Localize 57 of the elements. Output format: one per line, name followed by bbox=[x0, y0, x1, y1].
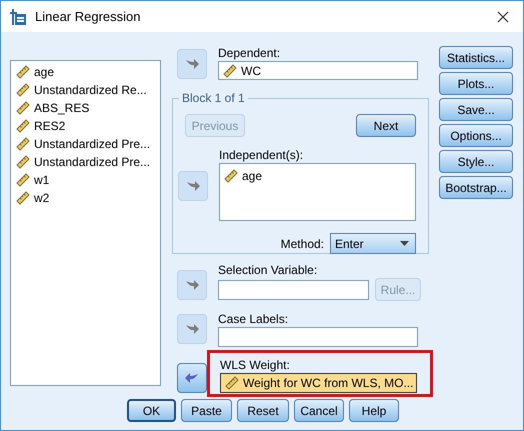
variable-item[interactable]: w2 bbox=[16, 189, 160, 207]
variable-item[interactable]: age bbox=[16, 63, 160, 81]
next-button[interactable]: Next bbox=[356, 114, 416, 137]
arrow-button[interactable] bbox=[177, 363, 207, 393]
ruler-icon bbox=[225, 376, 239, 390]
variable-label: Weight for WC from WLS, MO... bbox=[243, 375, 414, 392]
ruler-icon bbox=[16, 119, 30, 133]
dialog-button[interactable]: Paste bbox=[181, 399, 232, 422]
independent-list[interactable]: age bbox=[219, 163, 416, 221]
close-icon[interactable] bbox=[497, 10, 509, 22]
dialog-button[interactable]: Options... bbox=[439, 124, 513, 147]
dependent-field[interactable]: WC bbox=[218, 61, 418, 80]
dialog-button[interactable]: Cancel bbox=[294, 399, 344, 422]
arrow-icon bbox=[185, 58, 199, 70]
field-label: Selection Variable: bbox=[218, 262, 318, 278]
group-title: Block 1 of 1 bbox=[182, 91, 245, 105]
arrow-icon bbox=[185, 323, 199, 335]
field-label: Case Labels: bbox=[218, 311, 290, 327]
field-label: Independent(s): bbox=[219, 147, 304, 163]
ruler-icon bbox=[223, 64, 237, 78]
app-icon bbox=[9, 8, 27, 26]
field-label: Dependent: bbox=[218, 45, 282, 61]
case-labels-field[interactable] bbox=[218, 327, 418, 347]
caret-icon bbox=[400, 241, 409, 246]
dialog-button[interactable]: Plots... bbox=[439, 72, 513, 95]
ruler-icon bbox=[16, 101, 30, 115]
field-label: Method: bbox=[280, 236, 324, 252]
dialog-button[interactable]: Statistics... bbox=[439, 46, 513, 69]
wls-weight-field[interactable]: Weight for WC from WLS, MO... bbox=[220, 373, 417, 393]
ruler-icon bbox=[16, 65, 30, 79]
method-dropdown[interactable]: Enter bbox=[330, 233, 416, 254]
dialog-button[interactable]: Save... bbox=[439, 98, 513, 121]
arrow-icon bbox=[185, 279, 199, 291]
dialog-button[interactable]: Style... bbox=[439, 150, 513, 173]
variable-item[interactable]: Unstandardized Re... bbox=[16, 81, 160, 99]
dialog-button[interactable]: Bootstrap... bbox=[439, 176, 513, 199]
variable-name: WC bbox=[241, 62, 261, 80]
variable-item[interactable]: Unstandardized Pre... bbox=[16, 153, 160, 171]
field-label: WLS Weight: bbox=[220, 357, 291, 373]
dialog-button[interactable]: Reset bbox=[237, 399, 289, 422]
variable-item[interactable]: RES2 bbox=[16, 117, 160, 135]
variable-item[interactable]: w1 bbox=[16, 171, 160, 189]
ruler-icon bbox=[16, 137, 30, 151]
ruler-icon bbox=[16, 191, 30, 205]
variable-item[interactable]: ABS_RES bbox=[16, 99, 160, 117]
selection-field[interactable] bbox=[218, 280, 369, 300]
variable-name: age bbox=[242, 168, 262, 185]
dialog-button[interactable]: OK bbox=[127, 399, 176, 422]
ruler-icon bbox=[16, 173, 30, 187]
arrow-icon bbox=[186, 180, 200, 192]
dialog-button[interactable]: Help bbox=[349, 399, 399, 422]
ruler-icon bbox=[16, 155, 30, 169]
window-title: Linear Regression bbox=[35, 8, 141, 26]
ruler-icon bbox=[16, 83, 30, 97]
variable-item[interactable]: Unstandardized Pre... bbox=[16, 135, 160, 153]
ruler-icon bbox=[224, 169, 238, 183]
arrow-icon bbox=[185, 372, 199, 384]
